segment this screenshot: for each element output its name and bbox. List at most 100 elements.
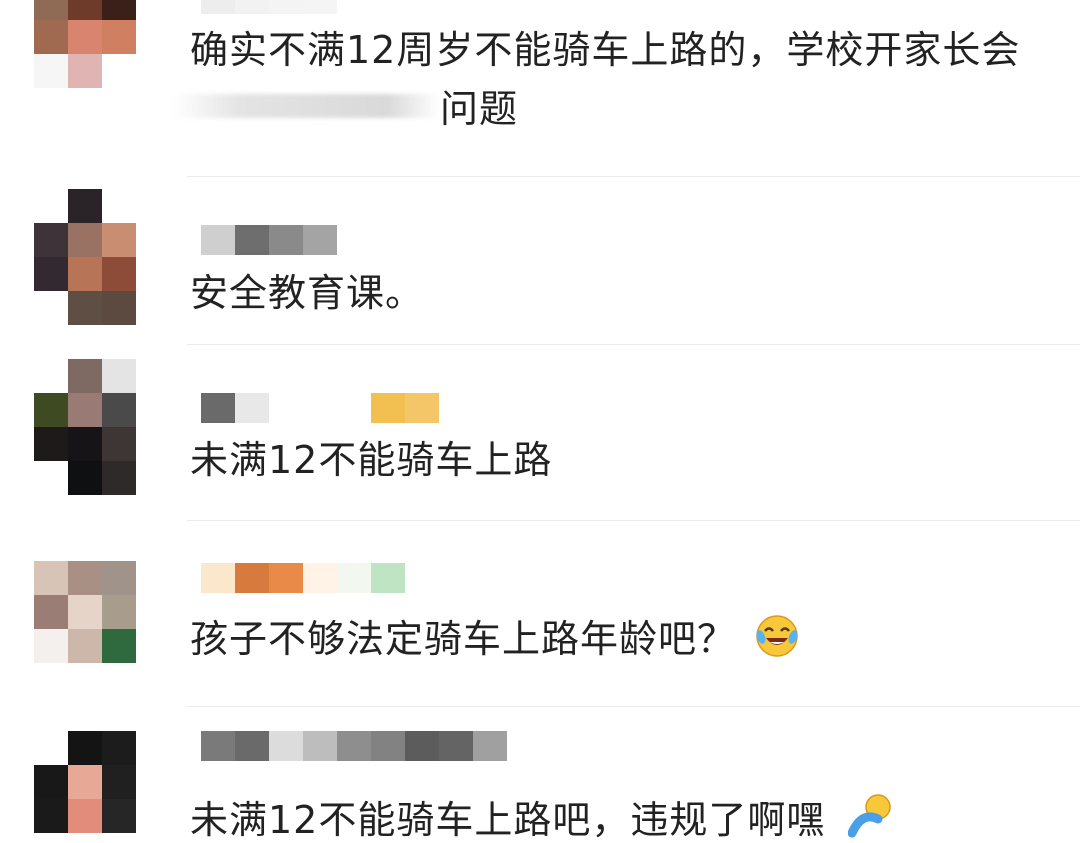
avatar-pixel [34, 629, 68, 663]
username-pixel [371, 393, 405, 423]
avatar-pixel [102, 595, 136, 629]
avatar-pixel [34, 799, 68, 833]
username-pixel [439, 731, 473, 761]
avatar-pixel [68, 54, 102, 88]
avatar-pixel [68, 561, 102, 595]
username[interactable] [201, 393, 439, 423]
laughing-crying-emoji [756, 615, 798, 657]
avatar-pixel [34, 427, 68, 461]
avatar-pixel [102, 629, 136, 663]
avatar-pixel [34, 461, 68, 495]
avatar-pixel [102, 359, 136, 393]
username[interactable] [201, 225, 337, 255]
avatar-pixel [68, 359, 102, 393]
username-pixel [337, 563, 371, 593]
comment-text: 孩子不够法定骑车上路年龄吧？ [190, 617, 737, 661]
avatar-pixel [102, 223, 136, 257]
username-pixel [235, 393, 269, 423]
avatar-pixel [102, 393, 136, 427]
avatar-pixel [68, 799, 102, 833]
avatar[interactable] [34, 189, 136, 325]
avatar-pixel [68, 0, 102, 20]
avatar[interactable] [34, 0, 136, 88]
username-pixel [405, 731, 439, 761]
username[interactable] [201, 563, 405, 593]
username-pixel [337, 393, 371, 423]
avatar-pixel [34, 0, 68, 20]
username-pixel [201, 563, 235, 593]
username-pixel [201, 393, 235, 423]
username-pixel [269, 731, 303, 761]
comment-text: 安全教育课。 [190, 271, 425, 315]
username-pixel [303, 563, 337, 593]
username-pixel [269, 563, 303, 593]
avatar-pixel [102, 189, 136, 223]
avatar-pixel [68, 731, 102, 765]
username-pixel [235, 731, 269, 761]
username-pixel [303, 393, 337, 423]
avatar-pixel [102, 731, 136, 765]
comment-item: 安全教育课。 [0, 177, 1080, 342]
avatar-pixel [102, 20, 136, 54]
username-pixel [405, 393, 439, 423]
avatar-pixel [34, 20, 68, 54]
username-pixel [473, 731, 507, 761]
username-pixel [269, 0, 303, 14]
username-pixel [201, 225, 235, 255]
avatar-pixel [68, 765, 102, 799]
blurred-text [172, 94, 440, 118]
comment-item: 未满12不能骑车上路吧，违规了啊嘿 [0, 707, 1080, 842]
avatar-pixel [34, 595, 68, 629]
username[interactable] [201, 0, 337, 14]
avatar-pixel [34, 359, 68, 393]
avatar[interactable] [34, 359, 136, 495]
avatar-pixel [102, 799, 136, 833]
username-pixel [303, 0, 337, 14]
avatar-pixel [34, 189, 68, 223]
avatar-pixel [68, 291, 102, 325]
comment-text-line2: 问题 [440, 87, 519, 131]
avatar-pixel [34, 393, 68, 427]
comment-item: 确实不满12周岁不能骑车上路的，学校开家长会 问题 [0, 0, 1080, 176]
avatar-pixel [68, 629, 102, 663]
avatar-pixel [102, 291, 136, 325]
avatar-pixel [34, 731, 68, 765]
avatar-pixel [102, 257, 136, 291]
avatar-pixel [34, 54, 68, 88]
avatar-pixel [102, 461, 136, 495]
username-pixel [235, 225, 269, 255]
avatar-pixel [102, 765, 136, 799]
avatar-pixel [34, 291, 68, 325]
username-pixel [235, 0, 269, 14]
username-pixel [269, 225, 303, 255]
avatar[interactable] [34, 561, 136, 663]
username-pixel [201, 731, 235, 761]
avatar-pixel [68, 595, 102, 629]
avatar-pixel [68, 393, 102, 427]
username-pixel [371, 731, 405, 761]
avatar-pixel [102, 54, 136, 88]
username-pixel [371, 563, 405, 593]
avatar-pixel [34, 765, 68, 799]
username-pixel [303, 225, 337, 255]
avatar-pixel [102, 561, 136, 595]
avatar[interactable] [34, 731, 136, 833]
avatar-pixel [68, 461, 102, 495]
username[interactable] [201, 731, 507, 761]
username-pixel [201, 0, 235, 14]
avatar-pixel [68, 189, 102, 223]
avatar-pixel [102, 427, 136, 461]
avatar-pixel [34, 223, 68, 257]
avatar-pixel [68, 427, 102, 461]
comment-item: 孩子不够法定骑车上路年龄吧？ [0, 521, 1080, 706]
avatar-pixel [34, 257, 68, 291]
avatar-pixel [34, 561, 68, 595]
comment-text: 确实不满12周岁不能骑车上路的，学校开家长会 [190, 28, 1021, 72]
username-pixel [337, 731, 371, 761]
avatar-pixel [102, 0, 136, 20]
username-pixel [269, 393, 303, 423]
avatar-pixel [68, 20, 102, 54]
username-pixel [235, 563, 269, 593]
comment-item: 未满12不能骑车上路 [0, 345, 1080, 520]
username-pixel [303, 731, 337, 761]
